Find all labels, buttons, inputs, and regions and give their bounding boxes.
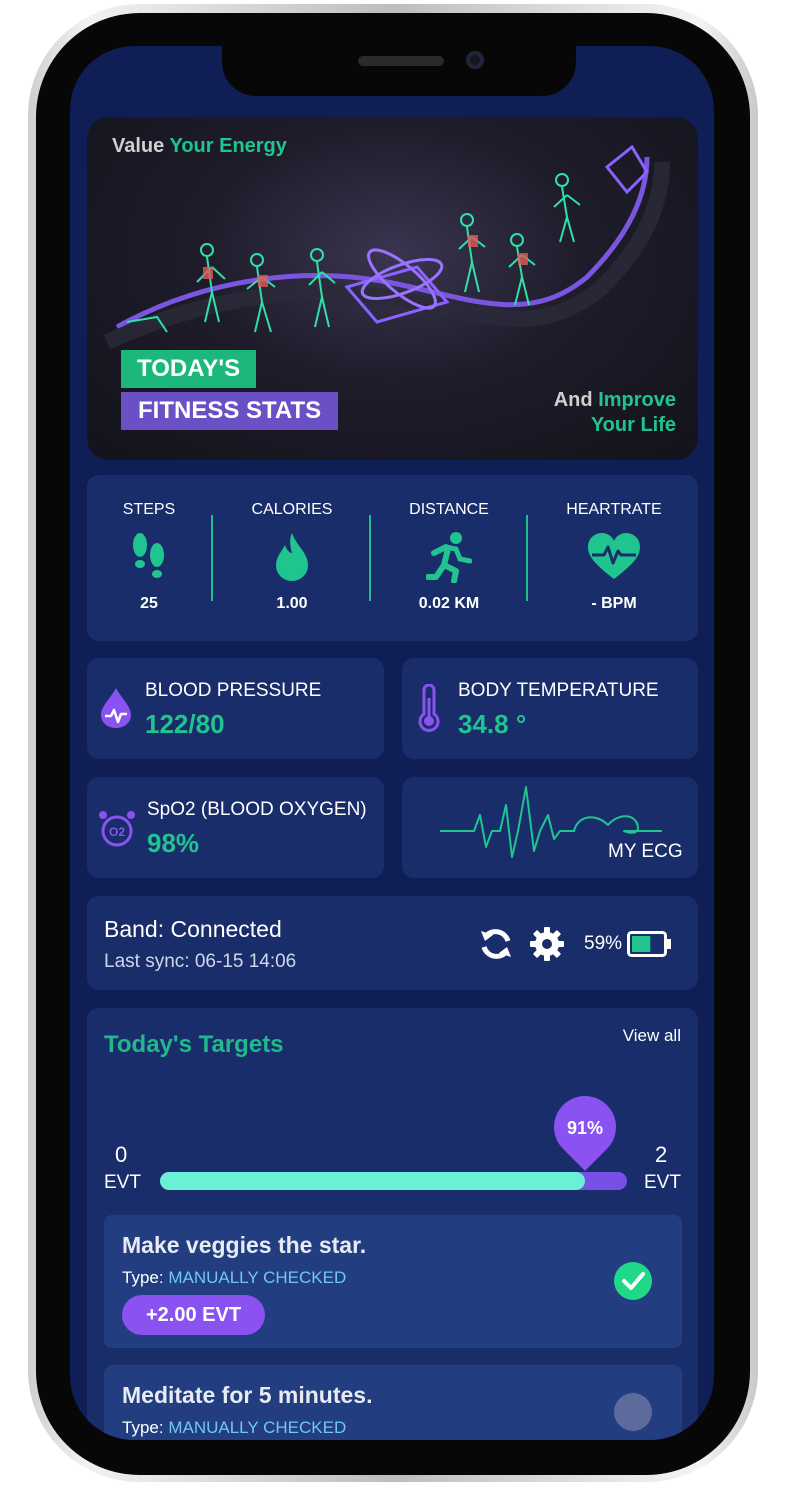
blood-drop-icon bbox=[101, 688, 131, 728]
banner-tagline-top: Value Your Energy bbox=[112, 135, 287, 158]
stat-heartrate[interactable]: HEARTRATE - BPM bbox=[544, 475, 684, 641]
target-task-item[interactable]: Meditate for 5 minutes. Type: MANUALLY C… bbox=[104, 1365, 682, 1440]
range-min-value: 0 bbox=[115, 1142, 128, 1167]
runner-icon bbox=[426, 532, 472, 583]
daily-stats-card: STEPS 25 CALORIES 1.00 DISTANCE 0.02 KM … bbox=[87, 475, 698, 641]
targets-title: Today's Targets bbox=[104, 1031, 284, 1058]
task-type: Type: MANUALLY CHECKED bbox=[122, 1268, 346, 1288]
tagline-accent: Your Energy bbox=[169, 135, 287, 157]
tagline-word: Value bbox=[112, 135, 165, 157]
ecg-label: MY ECG bbox=[608, 841, 683, 862]
range-max-unit: EVT bbox=[644, 1172, 681, 1193]
metric-title: BLOOD PRESSURE bbox=[145, 680, 322, 701]
stat-label: CALORIES bbox=[251, 501, 333, 518]
banner-tag-fitness-stats: FITNESS STATS bbox=[121, 392, 339, 430]
task-reward-badge: +2.00 EVT bbox=[122, 1295, 266, 1335]
thermometer-icon bbox=[418, 684, 440, 732]
stat-label: DISTANCE bbox=[409, 501, 489, 518]
stat-divider bbox=[211, 515, 213, 601]
svg-text:O2: O2 bbox=[109, 825, 125, 839]
target-progress-track bbox=[160, 1172, 627, 1190]
tagline-word: And bbox=[553, 389, 593, 411]
task-pending-circle-icon[interactable] bbox=[614, 1393, 652, 1431]
battery-icon bbox=[627, 931, 671, 957]
stat-value: - BPM bbox=[591, 595, 637, 612]
task-title: Make veggies the star. bbox=[122, 1232, 367, 1258]
task-type-label: Type: bbox=[122, 1268, 164, 1287]
stat-label: STEPS bbox=[122, 501, 176, 518]
task-type-value: MANUALLY CHECKED bbox=[168, 1418, 347, 1437]
hero-banner: Value Your Energy TODAY'S FITNESS STATS … bbox=[87, 117, 698, 460]
range-min-unit: EVT bbox=[104, 1172, 141, 1193]
oxygen-icon: O2 bbox=[99, 811, 135, 847]
target-progress-fill bbox=[160, 1172, 585, 1190]
heart-pulse-icon bbox=[588, 533, 640, 579]
front-camera-icon bbox=[466, 51, 484, 69]
spo2-card[interactable]: O2 SpO2 (BLOOD OXYGEN) 98% bbox=[87, 777, 384, 878]
stat-value: 0.02 KM bbox=[418, 595, 480, 612]
todays-targets-card: Today's Targets View all 0 EVT 2 EVT 91%… bbox=[87, 1008, 698, 1440]
battery-percentage: 59% bbox=[584, 933, 623, 954]
task-type: Type: MANUALLY CHECKED bbox=[122, 1418, 346, 1438]
task-type-label: Type: bbox=[122, 1418, 164, 1437]
phone-notch bbox=[222, 30, 576, 96]
metric-value: 122/80 bbox=[145, 709, 225, 739]
flame-icon bbox=[276, 533, 308, 581]
stat-distance[interactable]: DISTANCE 0.02 KM bbox=[379, 475, 519, 641]
tagline-accent: Improve bbox=[598, 389, 676, 411]
band-connection-status: Band: Connected bbox=[104, 916, 282, 942]
task-type-value: MANUALLY CHECKED bbox=[168, 1268, 347, 1287]
stat-divider bbox=[369, 515, 371, 601]
stat-value: 1.00 bbox=[276, 595, 308, 612]
band-status-card: Band: Connected Last sync: 06-15 14:06 5… bbox=[87, 896, 698, 990]
ecg-card[interactable]: MY ECG bbox=[402, 777, 698, 878]
band-last-sync: Last sync: 06-15 14:06 bbox=[104, 951, 297, 972]
app-screen: Value Your Energy TODAY'S FITNESS STATS … bbox=[70, 46, 714, 1440]
metric-title: BODY TEMPERATURE bbox=[458, 680, 659, 701]
stat-calories[interactable]: CALORIES 1.00 bbox=[222, 475, 362, 641]
sync-icon[interactable] bbox=[479, 927, 513, 961]
speaker-grille bbox=[358, 56, 444, 66]
body-temperature-card[interactable]: BODY TEMPERATURE 34.8 ° bbox=[402, 658, 698, 759]
metric-value: 34.8 ° bbox=[458, 709, 527, 739]
banner-tag-today: TODAY'S bbox=[121, 350, 257, 388]
progress-percentage: 91% bbox=[566, 1118, 604, 1138]
range-max-value: 2 bbox=[655, 1142, 668, 1167]
stat-label: HEARTRATE bbox=[566, 501, 662, 518]
banner-tagline-bottom: And Improve Your Life bbox=[554, 388, 676, 438]
blood-pressure-card[interactable]: BLOOD PRESSURE 122/80 bbox=[87, 658, 384, 759]
metric-title: SpO2 (BLOOD OXYGEN) bbox=[147, 799, 367, 820]
metric-value: 98% bbox=[147, 828, 200, 858]
stat-steps[interactable]: STEPS 25 bbox=[79, 475, 219, 641]
stat-value: 25 bbox=[140, 595, 158, 612]
gear-icon[interactable] bbox=[529, 926, 565, 962]
target-task-item[interactable]: Make veggies the star. Type: MANUALLY CH… bbox=[104, 1215, 682, 1348]
task-completed-check-icon[interactable] bbox=[614, 1262, 652, 1300]
task-title: Meditate for 5 minutes. bbox=[122, 1382, 373, 1408]
footprints-icon bbox=[133, 533, 164, 578]
stat-divider bbox=[526, 515, 528, 601]
tagline-accent-line: Your Life bbox=[590, 414, 676, 436]
view-all-link[interactable]: View all bbox=[623, 1026, 681, 1046]
